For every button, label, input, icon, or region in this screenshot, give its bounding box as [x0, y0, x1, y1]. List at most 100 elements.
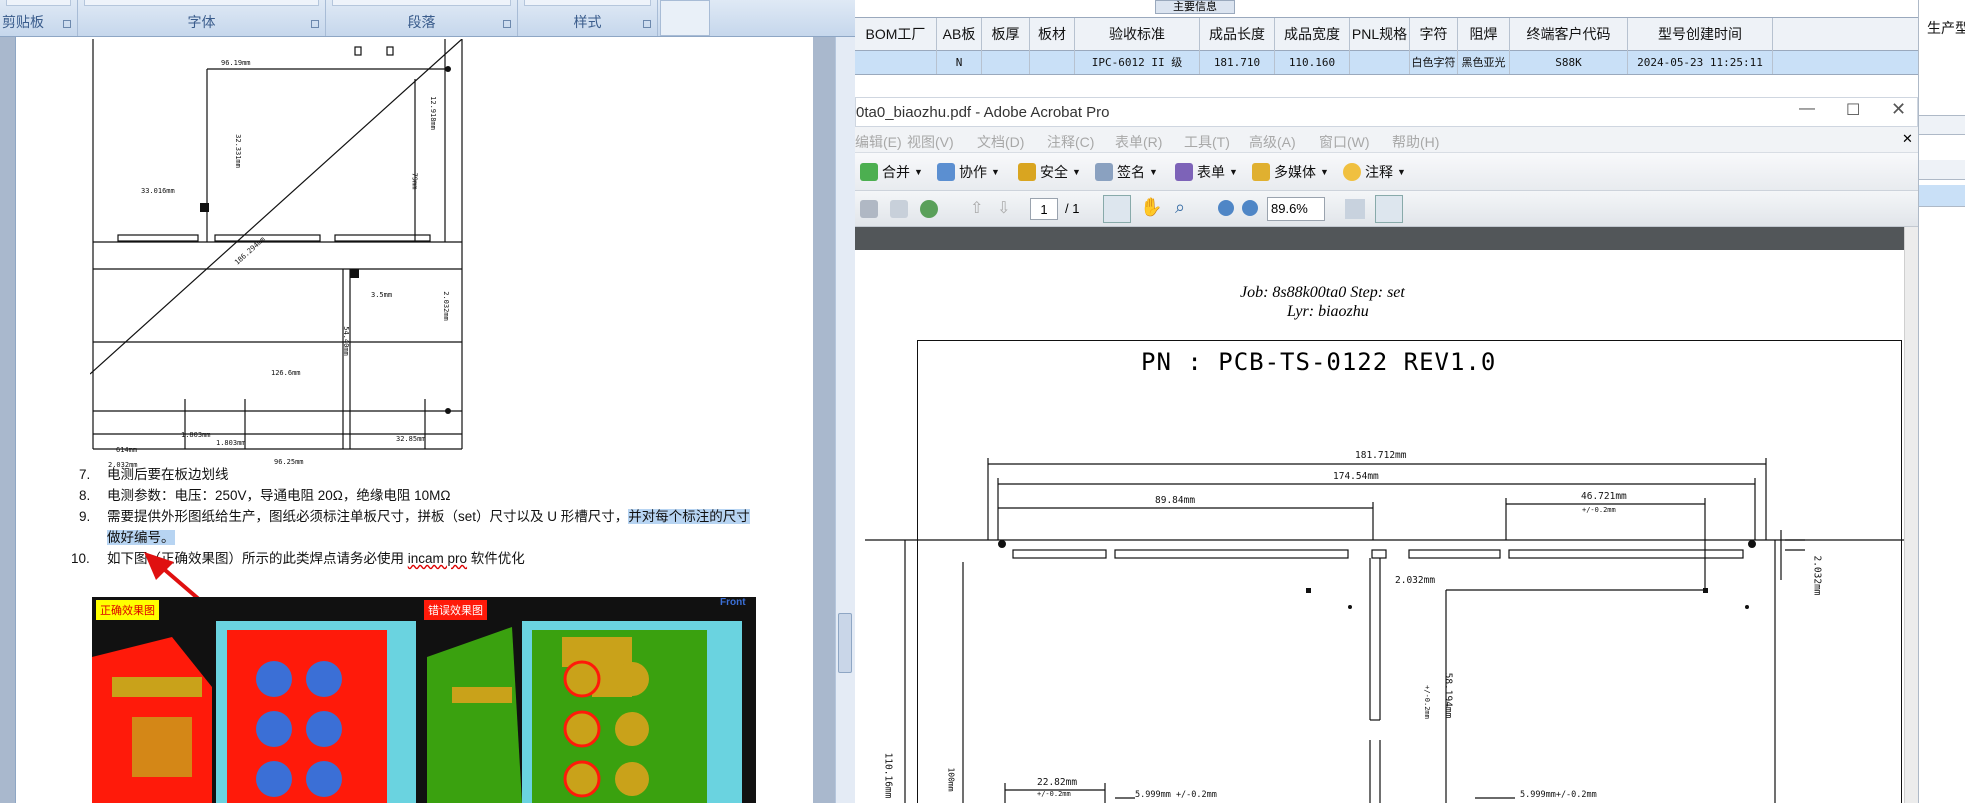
ribbon-group-label: 样式: [573, 14, 602, 30]
column-header[interactable]: 阻焊: [1458, 18, 1510, 51]
selected-text[interactable]: 做好编号。: [107, 530, 175, 545]
sign-button[interactable]: 签名 ▼: [1095, 162, 1158, 182]
word-ribbon: 剪贴板 字体 段落 样式: [0, 0, 855, 37]
window-title: 0ta0_biaozhu.pdf - Adobe Acrobat Pro: [856, 104, 1110, 121]
save-icon[interactable]: [860, 200, 878, 218]
pdf-page[interactable]: Job: 8s88k00ta0 Step: set Lyr: biaozhu P…: [855, 250, 1904, 803]
dimension-label: 96.25mm: [274, 458, 304, 466]
menu-help[interactable]: 帮助(H): [1392, 132, 1439, 152]
hand-tool-icon[interactable]: ✋: [1140, 197, 1162, 218]
table-cell[interactable]: [1350, 51, 1410, 74]
menu-forms[interactable]: 表单(R): [1115, 132, 1162, 152]
menu-document[interactable]: 文档(D): [977, 132, 1024, 152]
scrollbar-thumb[interactable]: [838, 613, 852, 673]
comment-button[interactable]: 注释 ▼: [1343, 162, 1406, 182]
column-header[interactable]: 生产型号: [1927, 18, 1965, 38]
email-icon[interactable]: [890, 200, 908, 218]
column-header[interactable]: 成品长度: [1200, 18, 1275, 51]
table-cell[interactable]: 110.160: [1275, 51, 1350, 74]
column-header[interactable]: 型号创建时间: [1628, 18, 1773, 51]
selected-text[interactable]: 并对每个标注的尺寸: [628, 509, 750, 524]
image-label-correct: 正确效果图: [96, 600, 159, 620]
table-cell[interactable]: 白色字符: [1410, 51, 1458, 74]
table-cell[interactable]: N: [937, 51, 982, 74]
column-header[interactable]: PNL规格: [1350, 18, 1410, 51]
secure-button[interactable]: 安全 ▼: [1018, 162, 1081, 182]
table-row[interactable]: N IPC-6012 II 级 181.710 110.160 白色字符 黑色亚光 S88K…: [855, 51, 1918, 75]
menu-tools[interactable]: 工具(T): [1184, 132, 1230, 152]
dimension-label: 2.032mm: [441, 291, 450, 321]
dialog-launcher-icon[interactable]: [643, 20, 651, 28]
minimize-icon[interactable]: —: [1799, 100, 1815, 118]
menu-window[interactable]: 窗口(W): [1319, 132, 1370, 152]
acrobat-title-bar[interactable]: 0ta0_biaozhu.pdf - Adobe Acrobat Pro — ☐…: [855, 97, 1918, 127]
dimension-label: 79mm: [410, 172, 419, 190]
dialog-launcher-icon[interactable]: [63, 20, 71, 28]
collaborate-button[interactable]: 协作 ▼: [937, 162, 1000, 182]
ribbon-group-label: 字体: [187, 14, 216, 30]
zoom-select[interactable]: 89.6%: [1267, 197, 1325, 221]
table-cell[interactable]: 181.710: [1200, 51, 1275, 74]
ribbon-group-paragraph[interactable]: 段落: [326, 0, 518, 36]
table-cell[interactable]: 黑色亚光: [1458, 51, 1510, 74]
column-header[interactable]: AB板: [937, 18, 982, 51]
multimedia-button[interactable]: 多媒体 ▼: [1252, 162, 1329, 182]
dialog-launcher-icon[interactable]: [503, 20, 511, 28]
fit-width-button[interactable]: [1375, 195, 1403, 223]
column-header[interactable]: BOM工厂: [855, 18, 937, 51]
dimension-label: 96.19mm: [221, 59, 251, 67]
zoom-in-icon[interactable]: [1242, 200, 1258, 216]
menu-view[interactable]: 视图(V): [907, 132, 954, 152]
dimension-label: 5.999mm+/-0.2mm: [1520, 790, 1597, 800]
table-cell[interactable]: [1030, 51, 1075, 74]
column-header[interactable]: 字符: [1410, 18, 1458, 51]
column-header[interactable]: 板厚: [982, 18, 1030, 51]
spell-error[interactable]: incam pro: [408, 551, 467, 566]
list-item-continuation[interactable]: 做好编号。: [107, 526, 175, 546]
multimedia-icon: [1252, 163, 1270, 181]
column-header[interactable]: 成品宽度: [1275, 18, 1350, 51]
menu-advanced[interactable]: 高级(A): [1249, 132, 1296, 152]
pdf-vertical-scrollbar[interactable]: [1904, 227, 1918, 803]
zoom-out-icon[interactable]: [1218, 200, 1234, 216]
list-item[interactable]: 8. 电测参数：电压：250V，导通电阻 20Ω，绝缘电阻 10MΩ: [79, 484, 451, 504]
column-header[interactable]: 验收标准: [1075, 18, 1200, 51]
ribbon-group-clipboard[interactable]: 剪贴板: [0, 0, 78, 36]
table-cell[interactable]: IPC-6012 II 级: [1075, 51, 1200, 74]
zoom-tool-icon[interactable]: ⌕: [1175, 197, 1185, 218]
pcb-render: [92, 597, 756, 803]
list-item[interactable]: 7. 电测后要在板边划线: [79, 463, 229, 483]
ribbon-group-font[interactable]: 字体: [78, 0, 326, 36]
table-cell[interactable]: S88K: [1510, 51, 1628, 74]
table-cell[interactable]: [982, 51, 1030, 74]
forms-button[interactable]: 表单 ▼: [1175, 162, 1238, 182]
chevron-down-icon: ▼: [1397, 167, 1406, 177]
vertical-scrollbar[interactable]: [835, 37, 855, 803]
close-doc-icon[interactable]: ✕: [1902, 131, 1913, 147]
combine-button[interactable]: 合并 ▼: [860, 162, 923, 182]
acrobat-menu-bar: 编辑(E) 视图(V) 文档(D) 注释(C) 表单(R) 工具(T) 高级(A…: [855, 127, 1918, 153]
form-icon: [1175, 163, 1193, 181]
tooling-hole: [200, 203, 209, 212]
column-header[interactable]: 终端客户代码: [1510, 18, 1628, 51]
column-header[interactable]: 板材: [1030, 18, 1075, 51]
page-number-input[interactable]: [1030, 198, 1058, 220]
select-tool-button[interactable]: [1103, 195, 1131, 223]
fit-page-icon[interactable]: [1345, 199, 1365, 219]
dimension-label: 89.84mm: [1155, 495, 1196, 506]
maximize-icon[interactable]: ☐: [1846, 100, 1860, 120]
close-icon[interactable]: ✕: [1891, 99, 1906, 120]
dialog-launcher-icon[interactable]: [311, 20, 319, 28]
ribbon-group-editing[interactable]: [660, 0, 710, 36]
comment-icon: [1343, 163, 1361, 181]
previous-page-icon[interactable]: ⇧: [970, 198, 983, 218]
next-page-icon[interactable]: ⇩: [997, 198, 1010, 218]
menu-edit[interactable]: 编辑(E): [855, 132, 902, 152]
table-cell[interactable]: [855, 51, 937, 74]
tooling-hole: [350, 269, 359, 278]
browser-icon[interactable]: [920, 200, 938, 218]
list-item[interactable]: 9. 需要提供外形图纸给生产，图纸必须标注单板尺寸，拼板（set）尺寸以及 U 形…: [79, 505, 750, 525]
menu-comments[interactable]: 注释(C): [1047, 132, 1094, 152]
table-cell[interactable]: 2024-05-23 11:25:11: [1628, 51, 1773, 74]
ribbon-group-styles[interactable]: 样式: [518, 0, 658, 36]
